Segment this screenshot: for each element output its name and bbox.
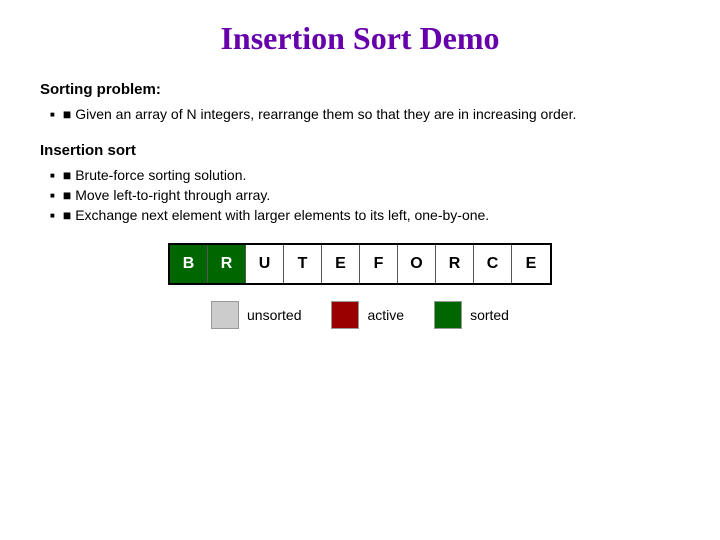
array-cell-5: F <box>360 245 398 283</box>
unsorted-color-box <box>211 301 239 329</box>
array-cell-3: T <box>284 245 322 283</box>
insertion-sort-heading: Insertion sort <box>40 142 680 159</box>
list-item: ■ Given an array of N integers, rearrang… <box>50 106 680 122</box>
legend: unsorted active sorted <box>40 301 680 329</box>
legend-unsorted: unsorted <box>211 301 301 329</box>
active-color-box <box>331 301 359 329</box>
list-item: ■ Move left-to-right through array. <box>50 187 680 203</box>
page-title: Insertion Sort Demo <box>40 20 680 57</box>
unsorted-label: unsorted <box>247 307 301 323</box>
insertion-sort-section: Insertion sort ■ Brute-force sorting sol… <box>40 142 680 223</box>
array-cell-0: B <box>170 245 208 283</box>
sorting-problem-list: ■ Given an array of N integers, rearrang… <box>40 106 680 122</box>
bullet-icon: ■ <box>63 207 75 223</box>
list-item: ■ Brute-force sorting solution. <box>50 167 680 183</box>
page: Insertion Sort Demo Sorting problem: ■ G… <box>0 0 720 540</box>
array-cell-2: U <box>246 245 284 283</box>
list-item: ■ Exchange next element with larger elem… <box>50 207 680 223</box>
sorting-problem-heading: Sorting problem: <box>40 81 680 98</box>
legend-sorted: sorted <box>434 301 509 329</box>
sorting-problem-section: Sorting problem: ■ Given an array of N i… <box>40 81 680 122</box>
array-cell-4: E <box>322 245 360 283</box>
bullet-icon: ■ <box>63 167 75 183</box>
legend-active: active <box>331 301 404 329</box>
array-cell-9: E <box>512 245 550 283</box>
active-label: active <box>367 307 404 323</box>
array-cell-7: R <box>436 245 474 283</box>
bullet-icon: ■ <box>63 106 75 122</box>
insertion-sort-list: ■ Brute-force sorting solution. ■ Move l… <box>40 167 680 223</box>
sorted-color-box <box>434 301 462 329</box>
array-cell-8: C <box>474 245 512 283</box>
sorted-label: sorted <box>470 307 509 323</box>
array-cell-6: O <box>398 245 436 283</box>
array-cells: B R U T E F O R C E <box>168 243 552 285</box>
bullet-icon: ■ <box>63 187 75 203</box>
array-cell-1: R <box>208 245 246 283</box>
array-container: B R U T E F O R C E <box>40 243 680 285</box>
